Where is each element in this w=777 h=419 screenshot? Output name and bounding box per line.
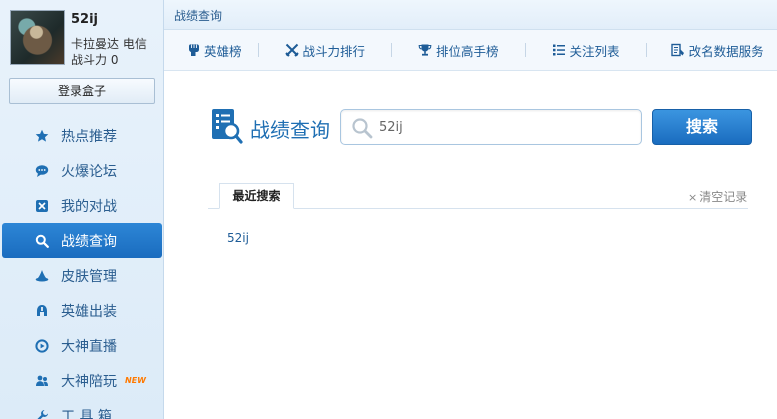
magnifier-icon — [352, 118, 373, 139]
profile-name: 52ij — [71, 12, 99, 27]
sidebar-item-record-query[interactable]: 战绩查询 — [2, 223, 162, 258]
sidebar-item-label: 我的对战 — [61, 198, 117, 215]
star-icon — [34, 128, 50, 144]
record-query-logo-icon — [212, 109, 243, 144]
tool-label: 英雄榜 — [204, 43, 242, 59]
sidebar-item-live[interactable]: 大神直播 — [0, 328, 164, 363]
follow-list-tab[interactable]: 关注列表 — [526, 30, 630, 71]
search-title: 战绩查询 — [250, 118, 330, 142]
hero-rank-tab[interactable]: 英雄榜 — [164, 30, 252, 71]
login-box-button[interactable]: 登录盒子 — [9, 78, 155, 104]
sidebar-item-label: 战绩查询 — [61, 233, 117, 250]
play-circle-icon — [34, 338, 50, 354]
sidebar-item-skins[interactable]: 皮肤管理 — [0, 258, 164, 293]
crossed-swords-icon — [284, 43, 299, 57]
avatar[interactable] — [10, 10, 65, 65]
wrench-icon — [34, 408, 50, 419]
summoner-search-field[interactable] — [340, 109, 642, 145]
search-button[interactable]: 搜索 — [652, 109, 752, 145]
sidebar-nav: 热点推荐 火爆论坛 我的对战 战绩查询 皮肤管理 英雄出装 大神直播 大神陪玩 … — [0, 118, 164, 419]
top-header: 战绩查询 — [164, 0, 777, 30]
tool-label: 关注列表 — [569, 43, 620, 59]
fist-icon — [186, 43, 200, 57]
power-rank-tab[interactable]: 战斗力排行 — [259, 30, 376, 71]
ranked-masters-tab[interactable]: 排位高手榜 — [392, 30, 509, 71]
rename-icon — [670, 43, 685, 57]
list-icon — [552, 43, 566, 57]
sidebar-item-label: 皮肤管理 — [61, 268, 117, 285]
tab-recent-searches[interactable]: 最近搜索 — [219, 183, 294, 209]
tool-label: 排位高手榜 — [436, 43, 499, 59]
sidebar-item-hero-builds[interactable]: 英雄出装 — [0, 293, 164, 328]
clear-records-label: 清空记录 — [699, 190, 748, 204]
wizard-hat-icon — [34, 268, 50, 284]
sidebar-item-hot[interactable]: 热点推荐 — [0, 118, 164, 153]
page-title: 战绩查询 — [174, 9, 223, 23]
profile-power: 战斗力 0 — [71, 53, 119, 67]
sidebar-item-label: 火爆论坛 — [61, 163, 117, 180]
sidebar-item-label: 英雄出装 — [61, 303, 117, 320]
helmet-icon — [34, 303, 50, 319]
profile-server: 卡拉曼达 电信 — [71, 37, 147, 51]
search-icon — [34, 233, 50, 249]
sidebar-item-forum[interactable]: 火爆论坛 — [0, 153, 164, 188]
sidebar-item-label: 大神直播 — [61, 338, 117, 355]
close-icon: × — [688, 191, 698, 204]
users-icon — [34, 373, 50, 389]
rename-data-service-tab[interactable]: 改名数据服务 — [647, 30, 774, 71]
new-badge: NEW — [125, 376, 146, 385]
recent-search-item[interactable]: 52ij — [227, 231, 249, 245]
sub-toolbar: 英雄榜 战斗力排行 排位高手榜 关注列表 改名数据服务 — [164, 30, 777, 71]
sidebar-item-toolbox[interactable]: 工 具 箱 — [0, 398, 164, 419]
tool-label: 战斗力排行 — [302, 43, 366, 59]
sidebar-item-label: 热点推荐 — [61, 128, 117, 145]
clear-records-button[interactable]: × 清空记录 — [688, 188, 747, 205]
profile-panel: 52ij 卡拉曼达 电信 战斗力 0 — [0, 0, 163, 74]
battle-card-icon — [34, 198, 50, 214]
sidebar: 52ij 卡拉曼达 电信 战斗力 0 登录盒子 热点推荐 火爆论坛 我的对战 战… — [0, 0, 164, 419]
trophy-icon — [418, 43, 432, 57]
sidebar-item-label: 工 具 箱 — [61, 408, 112, 419]
sidebar-item-my-battles[interactable]: 我的对战 — [0, 188, 164, 223]
chat-bubble-icon — [34, 163, 50, 179]
sidebar-item-label: 大神陪玩 — [61, 373, 117, 390]
search-input[interactable] — [379, 117, 629, 137]
sidebar-item-play-with-pros[interactable]: 大神陪玩 NEW — [0, 363, 164, 398]
tool-label: 改名数据服务 — [688, 43, 764, 59]
